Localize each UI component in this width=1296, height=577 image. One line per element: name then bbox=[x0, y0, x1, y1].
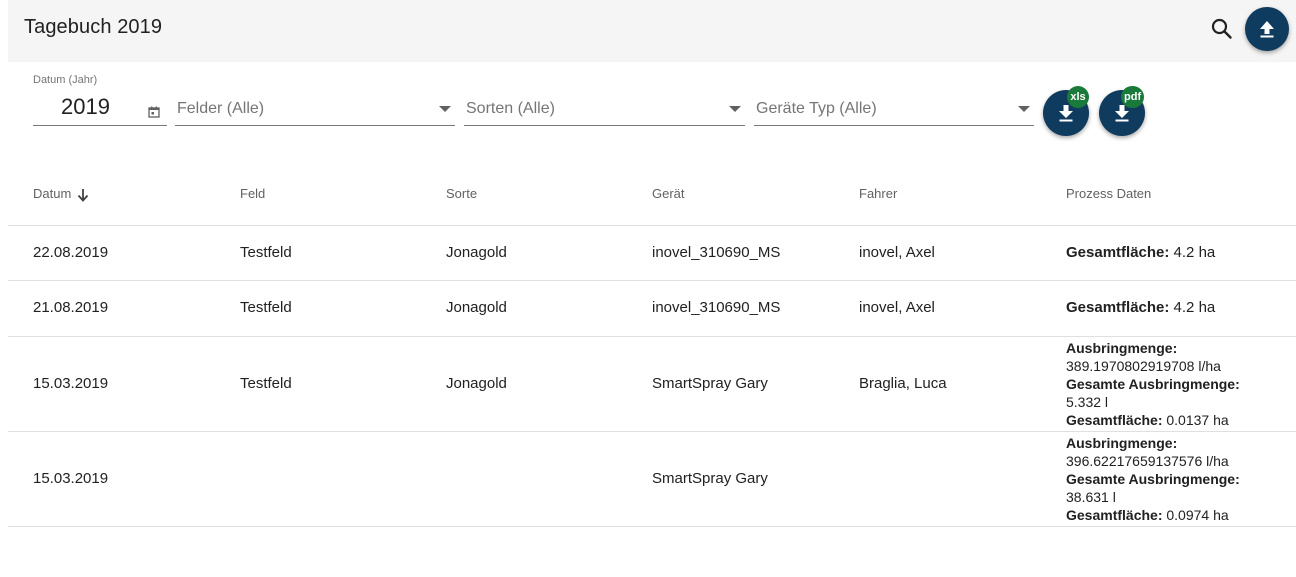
table-row[interactable]: 15.03.2019 SmartSpray Gary Ausbringmenge… bbox=[8, 432, 1296, 527]
year-date-field[interactable]: Datum (Jahr) 2019 bbox=[33, 74, 167, 126]
process-label: Ausbringmenge: bbox=[1066, 340, 1178, 356]
cell-variety: Jonagold bbox=[446, 244, 507, 261]
process-label: Gesamtfläche: bbox=[1066, 507, 1163, 523]
cell-variety: Jonagold bbox=[446, 299, 507, 316]
pdf-badge: pdf bbox=[1121, 86, 1145, 108]
process-label: Ausbringmenge: bbox=[1066, 435, 1178, 451]
year-field-value[interactable]: 2019 bbox=[61, 94, 110, 120]
device-type-select-label: Geräte Typ (Alle) bbox=[756, 100, 877, 117]
cell-field: Testfeld bbox=[240, 299, 292, 316]
calendar-icon[interactable] bbox=[148, 105, 160, 118]
fields-select-label: Felder (Alle) bbox=[177, 100, 265, 117]
page-title: Tagebuch 2019 bbox=[24, 16, 163, 38]
column-header-driver[interactable]: Fahrer bbox=[859, 186, 897, 201]
cell-date: 22.08.2019 bbox=[33, 244, 109, 261]
process-label: Gesamtfläche: bbox=[1066, 412, 1163, 428]
cell-date: 21.08.2019 bbox=[33, 299, 109, 316]
cell-driver: Braglia, Luca bbox=[859, 375, 947, 392]
column-header-process-data[interactable]: Prozess Daten bbox=[1066, 186, 1151, 201]
app-header: Tagebuch 2019 bbox=[8, 0, 1296, 62]
cell-process-data: Ausbringmenge: 396.62217659137576 l/ha G… bbox=[1066, 434, 1240, 524]
process-value: 5.332 l bbox=[1066, 394, 1109, 410]
cell-process-data: Gesamtfläche: 4.2 ha bbox=[1066, 244, 1215, 262]
xls-badge: xls bbox=[1067, 86, 1089, 108]
varieties-select[interactable]: Sorten (Alle) bbox=[464, 92, 745, 126]
upload-button[interactable] bbox=[1245, 7, 1289, 51]
year-field-label: Datum (Jahr) bbox=[33, 74, 98, 86]
column-header-variety[interactable]: Sorte bbox=[446, 186, 477, 201]
cell-device: SmartSpray Gary bbox=[652, 375, 768, 392]
table-header: Datum Feld Sorte Gerät Fahrer Prozess Da… bbox=[8, 164, 1296, 226]
cell-driver: inovel, Axel bbox=[859, 244, 935, 261]
process-value: 396.62217659137576 l/ha bbox=[1066, 453, 1229, 469]
varieties-select-label: Sorten (Alle) bbox=[466, 100, 555, 117]
cell-field: Testfeld bbox=[240, 244, 292, 261]
cell-date: 15.03.2019 bbox=[33, 375, 109, 392]
process-label: Gesamte Ausbringmenge: bbox=[1066, 376, 1240, 392]
table-row[interactable]: 21.08.2019 Testfeld Jonagold inovel_3106… bbox=[8, 281, 1296, 337]
cell-driver: inovel, Axel bbox=[859, 299, 935, 316]
chevron-down-icon bbox=[729, 106, 741, 112]
table-row[interactable]: 15.03.2019 Testfeld Jonagold SmartSpray … bbox=[8, 337, 1296, 432]
chevron-down-icon bbox=[439, 106, 451, 112]
column-header-date-label: Datum bbox=[33, 186, 72, 201]
device-type-select[interactable]: Geräte Typ (Alle) bbox=[754, 92, 1034, 126]
upload-icon bbox=[1260, 21, 1274, 38]
cell-field: Testfeld bbox=[240, 375, 292, 392]
process-value: 389.1970802919708 l/ha bbox=[1066, 358, 1221, 374]
process-label: Gesamtfläche: bbox=[1066, 299, 1170, 316]
download-pdf-button[interactable]: pdf bbox=[1099, 86, 1145, 136]
chevron-down-icon bbox=[1018, 106, 1030, 112]
cell-device: inovel_310690_MS bbox=[652, 299, 781, 316]
cell-variety: Jonagold bbox=[446, 375, 507, 392]
process-value: 4.2 ha bbox=[1173, 244, 1216, 261]
column-header-field[interactable]: Feld bbox=[240, 186, 265, 201]
cell-process-data: Ausbringmenge: 389.1970802919708 l/ha Ge… bbox=[1066, 339, 1240, 429]
column-header-date[interactable]: Datum bbox=[33, 186, 89, 202]
column-header-device[interactable]: Gerät bbox=[652, 186, 685, 201]
process-value: 0.0137 ha bbox=[1166, 412, 1229, 428]
process-value: 38.631 l bbox=[1066, 489, 1116, 505]
diary-table: Datum Feld Sorte Gerät Fahrer Prozess Da… bbox=[8, 164, 1296, 527]
process-label: Gesamtfläche: bbox=[1066, 244, 1170, 261]
download-xls-button[interactable]: xls bbox=[1043, 86, 1089, 136]
cell-device: inovel_310690_MS bbox=[652, 244, 781, 261]
cell-device: SmartSpray Gary bbox=[652, 470, 768, 487]
arrow-down-icon[interactable] bbox=[77, 188, 89, 202]
fields-select[interactable]: Felder (Alle) bbox=[175, 92, 455, 126]
process-value: 4.2 ha bbox=[1173, 299, 1216, 316]
cell-date: 15.03.2019 bbox=[33, 470, 109, 487]
process-value: 0.0974 ha bbox=[1166, 507, 1229, 523]
table-row[interactable]: 22.08.2019 Testfeld Jonagold inovel_3106… bbox=[8, 226, 1296, 281]
search-icon[interactable] bbox=[1209, 16, 1235, 42]
cell-process-data: Gesamtfläche: 4.2 ha bbox=[1066, 299, 1215, 317]
process-label: Gesamte Ausbringmenge: bbox=[1066, 471, 1240, 487]
